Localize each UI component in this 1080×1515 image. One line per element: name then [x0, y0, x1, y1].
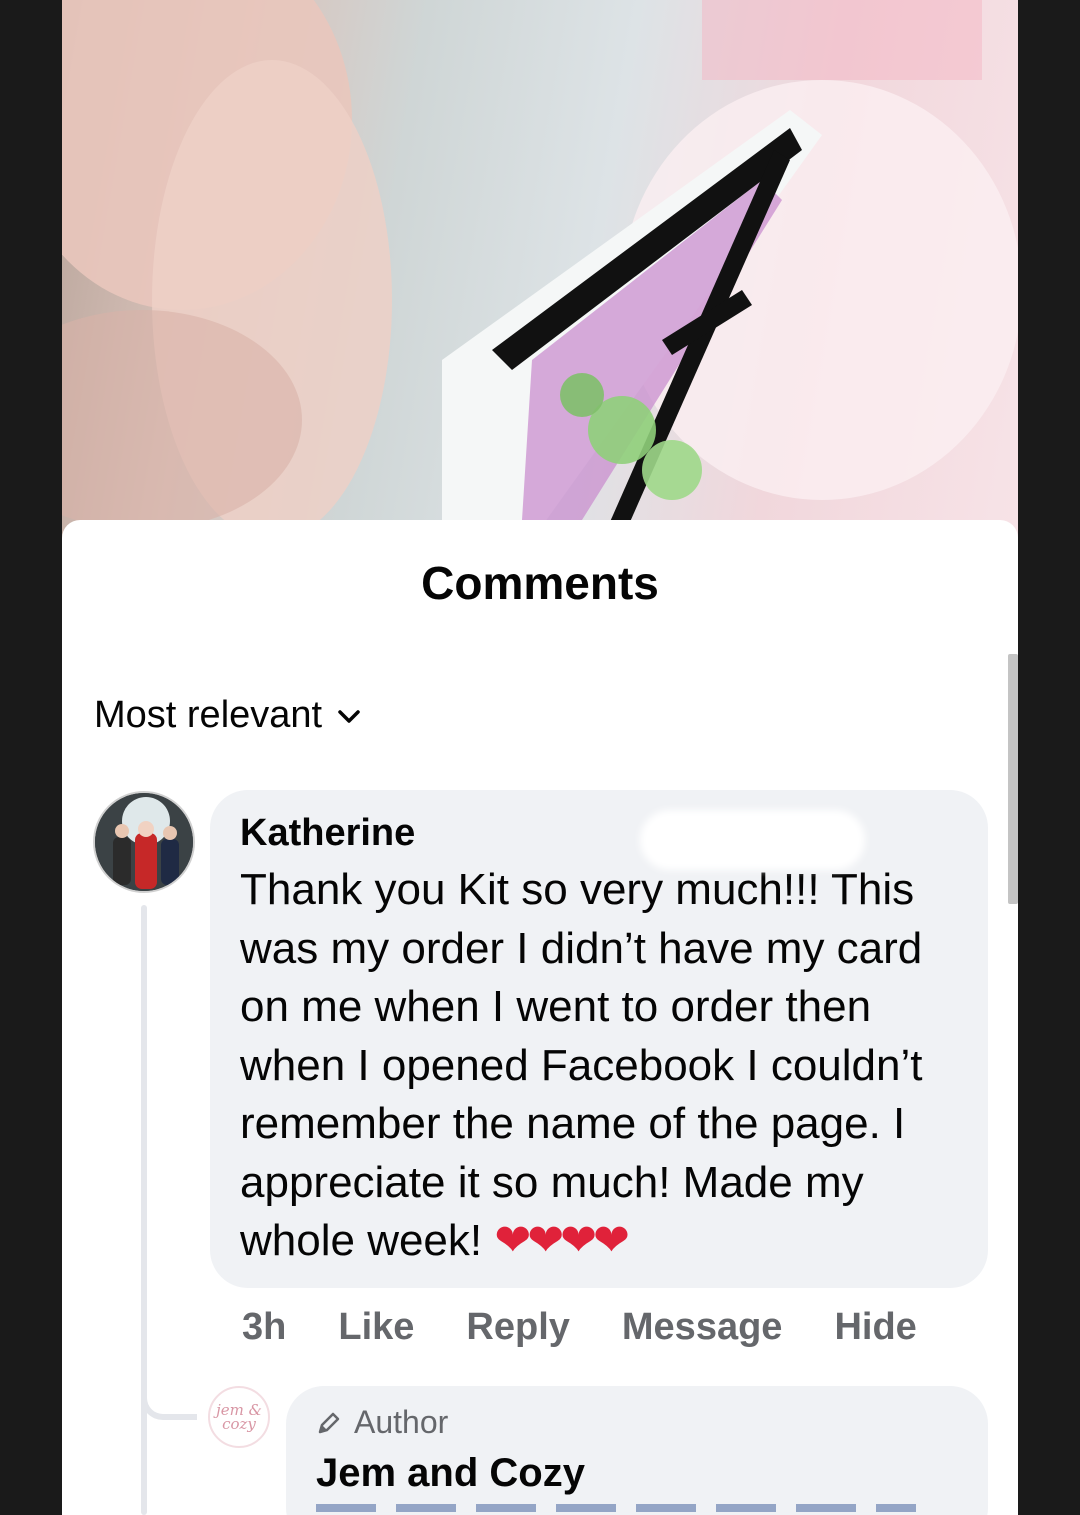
like-button[interactable]: Like: [338, 1306, 414, 1349]
message-button[interactable]: Message: [622, 1306, 783, 1349]
comment-bubble: Katherine Thank you Kit so very much!!! …: [210, 790, 988, 1288]
sort-dropdown[interactable]: Most relevant: [94, 694, 362, 737]
reply-avatar-logo: jem & cozy: [216, 1401, 262, 1433]
video-frame-illustration: [62, 0, 1018, 540]
comment-timestamp[interactable]: 3h: [242, 1306, 286, 1349]
thread-line: [141, 905, 147, 1515]
hide-button[interactable]: Hide: [834, 1306, 916, 1349]
avatar[interactable]: [93, 791, 195, 893]
pencil-icon: [318, 1412, 340, 1433]
chevron-down-icon: [338, 709, 360, 723]
author-badge-label: Author: [354, 1404, 449, 1440]
heart-emoji: ❤❤❤❤: [494, 1216, 629, 1265]
author-badge: Author: [316, 1404, 958, 1441]
comment-body: Thank you Kit so very much!!! This was m…: [240, 865, 923, 1265]
comment-actions: 3h Like Reply Message Hide: [242, 1306, 917, 1349]
scrollbar[interactable]: [1008, 654, 1018, 904]
video-player[interactable]: [62, 0, 1018, 540]
right-letterbox: [1018, 0, 1080, 1515]
reply-avatar[interactable]: jem & cozy: [208, 1386, 270, 1448]
comment-author-name[interactable]: Katherine: [240, 812, 415, 855]
avatar-photo: [95, 793, 193, 891]
left-letterbox: [0, 0, 62, 1515]
comment-text: Thank you Kit so very much!!! This was m…: [240, 861, 970, 1271]
redacted-name: [640, 810, 865, 870]
sheet-title: Comments: [421, 557, 659, 609]
reply-text-cut-off: [316, 1504, 916, 1512]
reply-button[interactable]: Reply: [466, 1306, 569, 1349]
sort-label: Most relevant: [94, 694, 323, 736]
reply-author-name[interactable]: Jem and Cozy: [316, 1451, 958, 1496]
reply-bubble: Author Jem and Cozy: [286, 1386, 988, 1515]
thread-branch: [141, 1380, 197, 1420]
